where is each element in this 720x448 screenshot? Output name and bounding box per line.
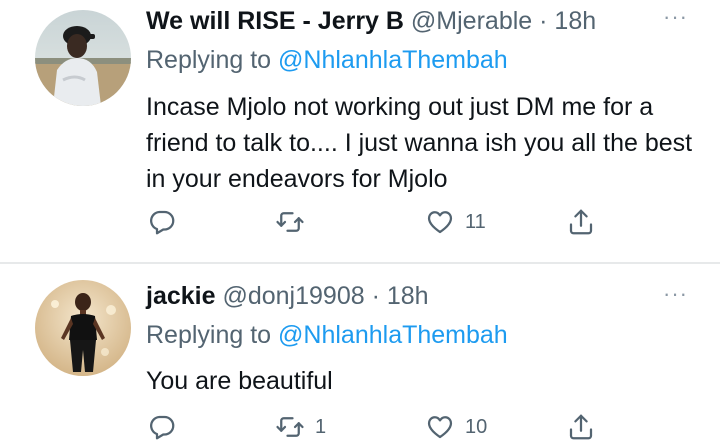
replying-to-mention[interactable]: @NhlanhlaThembah (278, 46, 508, 74)
separator-dot: · (371, 282, 380, 310)
separator-dot: · (539, 7, 548, 35)
tweet-header: We will RISE - Jerry B @Mjerable · 18h (146, 6, 596, 36)
tweet-divider (0, 262, 720, 264)
tweet[interactable]: We will RISE - Jerry B @Mjerable · 18h ·… (0, 0, 720, 264)
heart-icon (427, 211, 453, 234)
more-options-icon[interactable]: ··· (663, 283, 688, 305)
share-button[interactable] (566, 206, 596, 238)
retweet-count: 1 (315, 415, 327, 438)
user-handle[interactable]: @donj19908 (222, 282, 364, 310)
retweet-button[interactable] (275, 206, 315, 238)
like-count: 10 (465, 415, 488, 438)
like-button[interactable]: 11 (425, 206, 486, 238)
timestamp[interactable]: 18h (387, 282, 429, 310)
display-name[interactable]: jackie (146, 282, 216, 310)
share-icon (569, 209, 593, 235)
action-bar: 1 10 (0, 411, 720, 443)
tweet[interactable]: jackie @donj19908 · 18h ··· Replying to … (0, 265, 720, 448)
reply-button[interactable] (147, 206, 177, 238)
replying-to-label: Replying to (146, 321, 272, 349)
retweet-button[interactable]: 1 (275, 411, 326, 443)
retweet-icon (276, 417, 304, 437)
timestamp[interactable]: 18h (554, 7, 596, 35)
like-count: 11 (465, 210, 486, 233)
display-name[interactable]: We will RISE - Jerry B (146, 7, 404, 35)
action-bar: 11 (0, 206, 720, 238)
replying-to: Replying to @NhlanhlaThembah (146, 320, 508, 350)
retweet-icon (276, 212, 304, 232)
reply-button[interactable] (147, 411, 177, 443)
share-button[interactable] (566, 411, 596, 443)
comment-icon (150, 415, 175, 440)
tweet-text: Incase Mjolo not working out just DM me … (146, 93, 693, 193)
tweet-header: jackie @donj19908 · 18h (146, 281, 429, 311)
more-options-icon[interactable]: ··· (663, 6, 688, 28)
comment-icon (150, 210, 175, 235)
replying-to-label: Replying to (146, 46, 272, 74)
avatar[interactable] (35, 10, 131, 106)
like-button[interactable]: 10 (425, 411, 487, 443)
tweet-text: You are beautiful (146, 367, 333, 395)
replying-to-mention[interactable]: @NhlanhlaThembah (278, 321, 508, 349)
heart-icon (427, 416, 453, 439)
user-handle[interactable]: @Mjerable (411, 7, 532, 35)
replying-to: Replying to @NhlanhlaThembah (146, 45, 508, 75)
share-icon (569, 414, 593, 440)
avatar[interactable] (35, 280, 131, 376)
